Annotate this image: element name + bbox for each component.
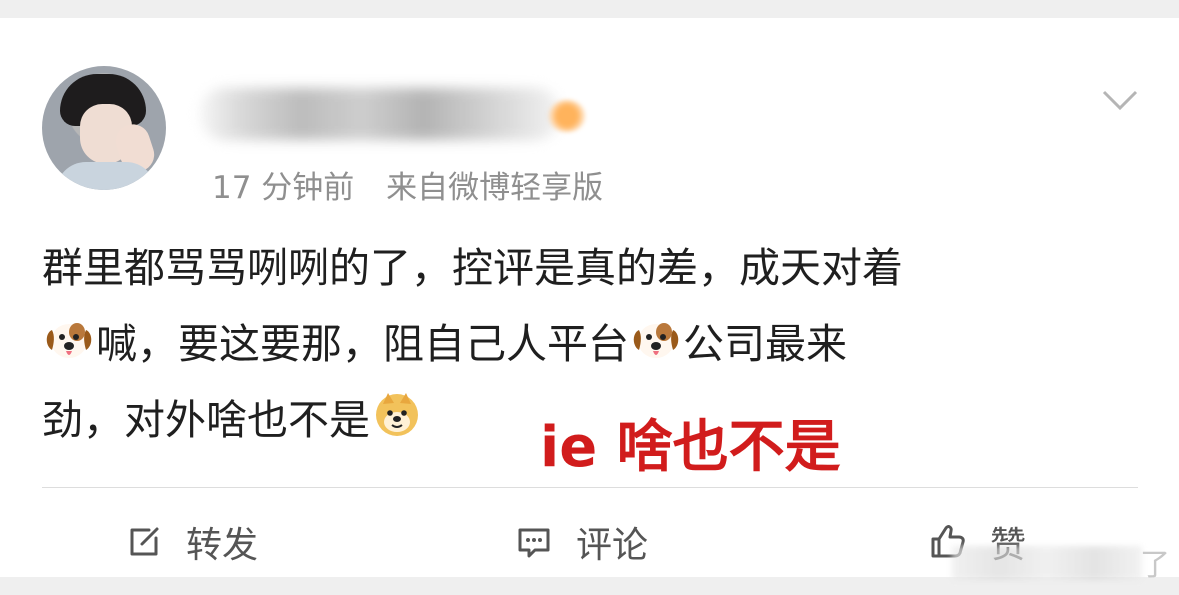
post-meta: 17 分钟前 来自微博轻享版 [212,162,603,207]
post-line-2-text-1: 喊，要这要那，阻自己人平台 [96,320,629,368]
action-divider [42,487,1138,488]
message-icon [518,528,550,558]
repost-button[interactable]: 转发 [124,516,258,568]
post-line-2: 喊，要这要那，阻自己人平台 公司最来 [42,306,1142,382]
edit-box-icon [130,527,159,556]
blurred-badge-icon [548,100,586,132]
post-time: 17 分钟前 [212,170,355,206]
blurred-watermark [952,546,1142,580]
red-annotation: ie 啥也不是 [540,415,841,480]
avatar-shirt [56,162,156,190]
comment-button[interactable]: 评论 [514,516,648,568]
dog-emoji-icon [633,323,679,358]
post-source: 来自微博轻享版 [386,170,604,206]
repost-label: 转发 [186,525,259,566]
blurred-username [200,88,560,140]
post-line-3-text: 劲，对外啥也不是 [42,396,370,444]
dog-emoji-icon [46,323,92,358]
avatar[interactable] [42,66,166,190]
comment-label: 评论 [576,525,649,566]
watermark-character: 了 [1140,548,1170,583]
post-card: 17 分钟前 来自微博轻享版 群里都骂骂咧咧的了，控评是真的差，成天对着 喊，要… [0,18,1179,577]
doge-emoji-icon [376,393,418,436]
chevron-down-icon[interactable] [1100,86,1140,114]
post-line-1: 群里都骂骂咧咧的了，控评是真的差，成天对着 [42,244,903,292]
post-line-2-text-2: 公司最来 [683,320,847,368]
